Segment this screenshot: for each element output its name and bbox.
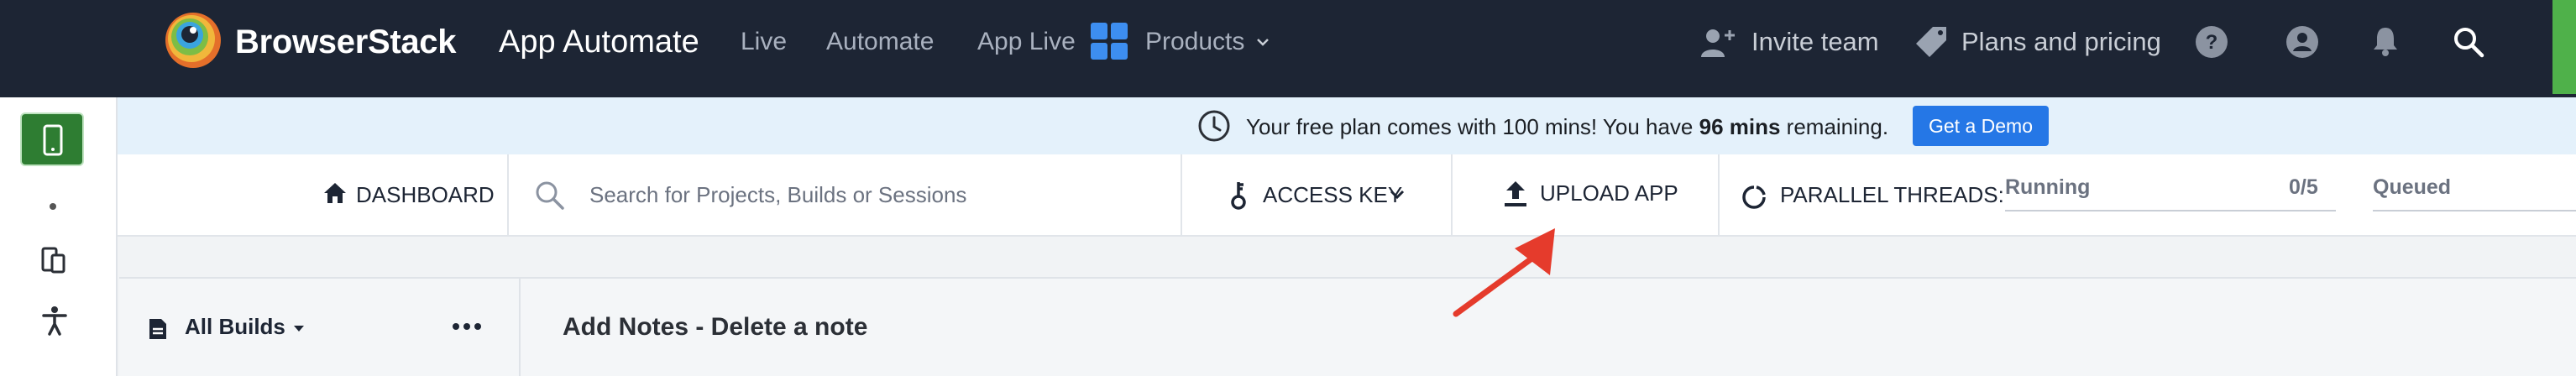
- nav-products-menu[interactable]: Products: [1145, 25, 1244, 59]
- svg-text:?: ?: [2206, 31, 2218, 54]
- get-demo-button[interactable]: Get a Demo: [1913, 106, 2049, 146]
- dashboard-toolbar: DASHBOARD ACCESS KEY UPLOAD APP PARALLEL…: [118, 154, 2576, 237]
- banner-text-after: remaining.: [1780, 114, 1889, 139]
- add-user-icon[interactable]: [1699, 25, 1738, 59]
- toolbar-divider: [507, 154, 509, 237]
- caret-down-icon[interactable]: [292, 324, 306, 334]
- running-progress-track: [2005, 210, 2336, 212]
- sidebar-item-accessibility[interactable]: [42, 306, 67, 336]
- bell-notification-icon[interactable]: [2371, 25, 2400, 57]
- nav-link-live[interactable]: Live: [741, 25, 787, 59]
- free-plan-banner: Your free plan comes with 100 mins! You …: [118, 97, 2576, 154]
- product-name[interactable]: App Automate: [499, 22, 699, 62]
- clock-icon: [1197, 109, 1231, 143]
- help-icon[interactable]: ?: [2195, 25, 2228, 59]
- toolbar-divider: [1718, 154, 1720, 237]
- mobile-phone-icon: [43, 124, 63, 156]
- sidebar-item-devices[interactable]: [40, 247, 67, 274]
- annotation-arrow-icon: [1453, 228, 1555, 317]
- running-count: 0/5: [2289, 175, 2318, 199]
- top-navbar: BrowserStack App Automate Live Automate …: [0, 0, 2576, 97]
- queued-progress-track: [2373, 210, 2576, 212]
- toolbar-divider: [1181, 154, 1182, 237]
- upload-icon[interactable]: [1503, 180, 1528, 208]
- invite-team-link[interactable]: Invite team: [1751, 25, 1879, 59]
- sidebar-separator-dot: [50, 203, 56, 210]
- banner-mins-remaining: 96 mins: [1699, 114, 1781, 139]
- all-builds-filter[interactable]: All Builds: [185, 312, 285, 341]
- running-label: Running: [2005, 175, 2091, 199]
- parallel-threads-icon: [1741, 185, 1767, 210]
- access-key-dropdown[interactable]: ACCESS KEY: [1263, 180, 1402, 210]
- browserstack-logo-icon[interactable]: [165, 12, 222, 69]
- search-icon[interactable]: [2452, 25, 2485, 59]
- sidebar-item-app-automate[interactable]: [20, 112, 84, 166]
- chevron-down-icon[interactable]: [1389, 186, 1406, 203]
- banner-message: Your free plan comes with 100 mins! You …: [1246, 112, 1888, 141]
- cta-button-edge[interactable]: [2552, 0, 2576, 94]
- parallel-threads-label: PARALLEL THREADS:: [1780, 182, 2004, 207]
- products-grid-icon[interactable]: [1090, 22, 1128, 60]
- nav-link-app-live[interactable]: App Live: [977, 25, 1076, 59]
- plans-pricing-link[interactable]: Plans and pricing: [1961, 25, 2161, 59]
- key-icon[interactable]: [1229, 180, 1248, 212]
- chevron-down-icon[interactable]: [1254, 34, 1271, 50]
- banner-text-before: Your free plan comes with 100 mins! You …: [1246, 114, 1699, 139]
- devices-icon: [41, 247, 65, 274]
- more-options-icon[interactable]: [452, 321, 482, 332]
- price-tag-icon[interactable]: [1913, 24, 1950, 60]
- search-icon: [534, 180, 566, 212]
- dashboard-link[interactable]: DASHBOARD: [356, 180, 495, 210]
- nav-link-automate[interactable]: Automate: [826, 25, 934, 59]
- home-icon[interactable]: [322, 181, 348, 205]
- document-icon: [148, 317, 168, 341]
- user-account-icon[interactable]: [2285, 25, 2319, 59]
- accessibility-icon: [42, 306, 67, 336]
- queued-label: Queued: [2373, 175, 2452, 199]
- upload-app-button[interactable]: UPLOAD APP: [1540, 178, 1678, 208]
- brand-name[interactable]: BrowserStack: [235, 22, 457, 62]
- left-sidebar: [0, 97, 118, 376]
- search-input[interactable]: [589, 168, 1278, 222]
- session-title: Add Notes - Delete a note: [563, 313, 868, 341]
